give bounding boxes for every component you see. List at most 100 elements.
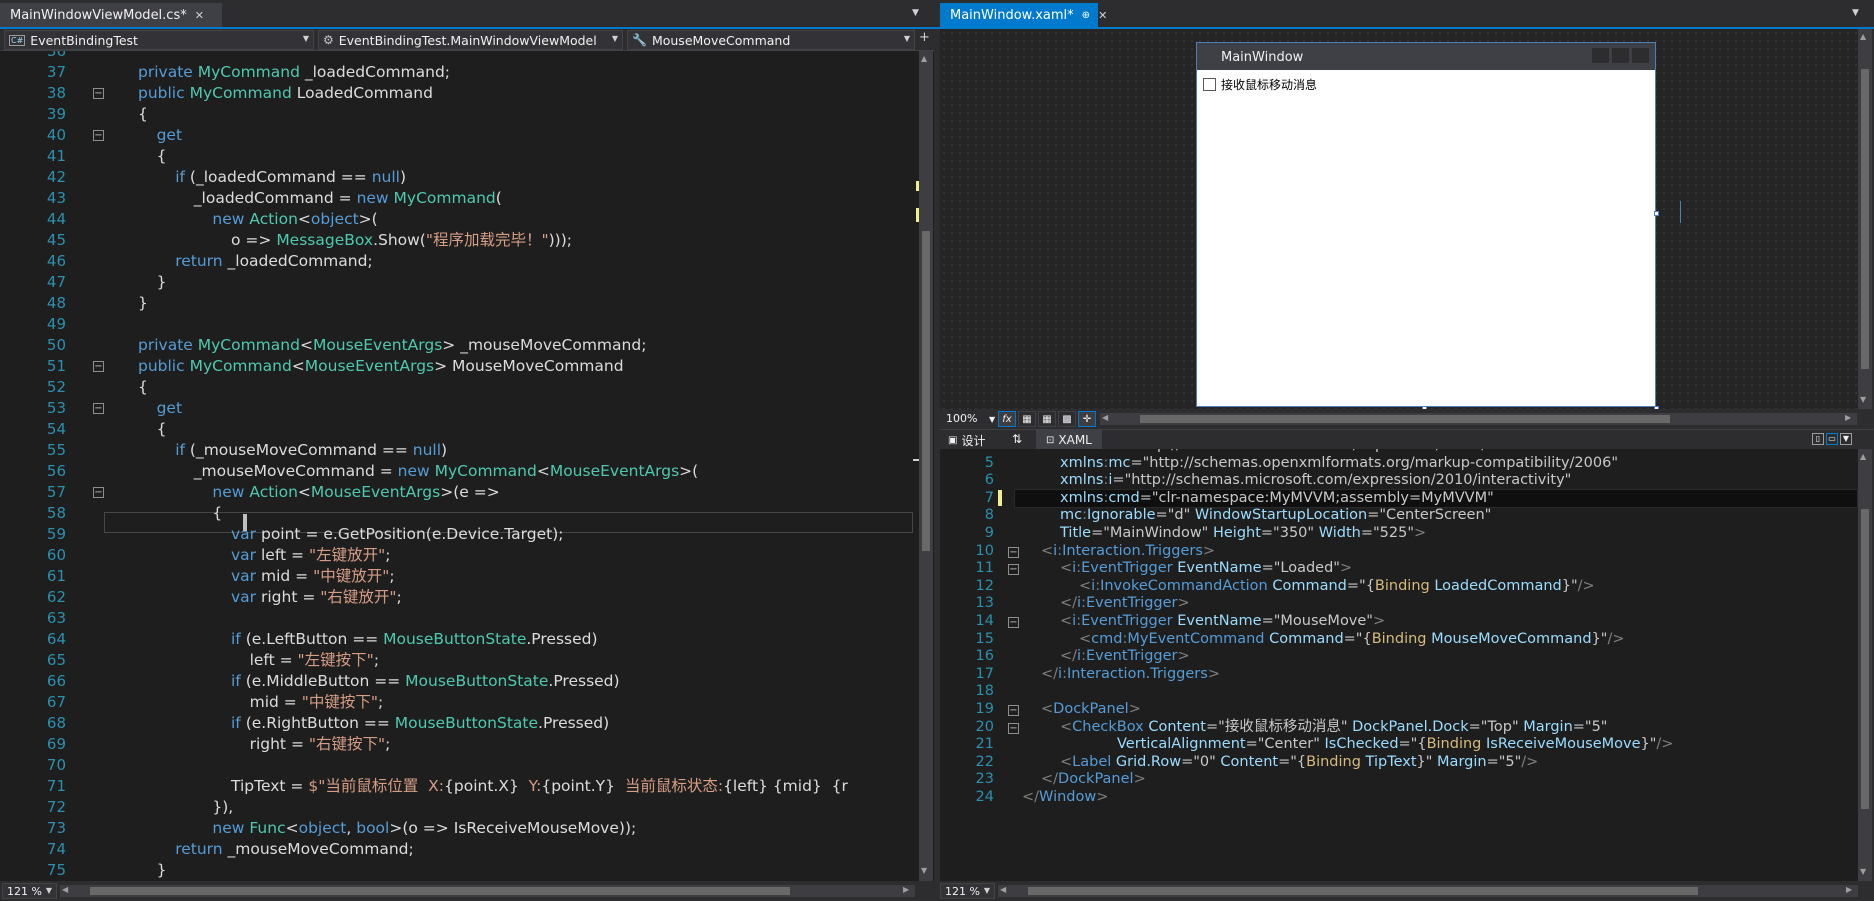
design-vertical-scrollbar[interactable]: ▲ ▼ [1858,29,1872,409]
code-line[interactable]: var right = "右键放开"; [231,587,402,608]
xaml-horizontal-scrollbar[interactable]: ◀ ▶ [998,885,1858,897]
code-line[interactable]: xmlns:cmd="clr-namespace:MyMVVM;assembly… [1060,489,1494,507]
scrollbar-thumb[interactable] [1140,415,1670,423]
horizontal-split-icon[interactable]: ▭ [1826,433,1838,445]
collapse-region-icon[interactable]: − [1008,617,1019,628]
code-line[interactable]: </i:EventTrigger> [1060,594,1190,612]
code-line[interactable]: mc:Ignorable="d" WindowStartupLocation="… [1060,506,1491,524]
scroll-left-icon[interactable]: ◀ [1102,413,1108,422]
code-line[interactable]: } [138,293,148,314]
xaml-zoom-dropdown[interactable]: 121 % ▼ [940,883,995,899]
tab-overflow-icon[interactable]: ▼ [1852,8,1859,18]
scrollbar-thumb[interactable] [1861,69,1869,369]
code-line[interactable]: xmlns:mc="http://schemas.openxmlformats.… [1060,454,1618,472]
code-line[interactable]: <Label Grid.Row="0" Content="{Binding Ti… [1060,753,1538,771]
code-line[interactable]: { [138,377,148,398]
code-line[interactable]: left = "左键按下"; [250,650,379,671]
xaml-vertical-scrollbar[interactable]: ▲ ▼ [1858,449,1872,881]
code-line[interactable]: var point = e.GetPosition(e.Device.Targe… [231,524,563,545]
snap-grid-icon[interactable]: ▦ [1038,411,1056,427]
code-line[interactable]: }), [212,797,233,818]
tab-overflow-icon[interactable]: ▼ [912,8,919,18]
split-editor-icon[interactable]: + [919,30,930,45]
code-line[interactable]: TipText = $"当前鼠标位置 X:{point.X} Y:{point.… [231,776,848,797]
tab-mainwindowviewmodel[interactable]: MainWindowViewModel.cs* ✕ [0,3,222,27]
code-line[interactable]: public MyCommand<MouseEventArgs> MouseMo… [138,356,624,377]
code-line[interactable]: { [212,503,222,524]
vertical-scrollbar[interactable]: ▲ ▼ [919,51,933,881]
collapse-region-icon[interactable]: − [93,487,104,498]
code-line[interactable]: VerticalAlignment="Center" IsChecked="{B… [1117,735,1673,753]
window-preview-frame[interactable]: MainWindow 接收鼠标移动消息 [1196,42,1656,407]
scroll-left-icon[interactable]: ◀ [1000,885,1006,894]
grid-icon[interactable]: ▦ [1018,411,1036,427]
collapse-region-icon[interactable]: − [1008,722,1019,734]
code-line[interactable]: <i:EventTrigger EventName="Loaded"> [1060,559,1352,577]
code-line[interactable]: private MyCommand<MouseEventArgs> _mouse… [138,335,646,356]
scroll-down-icon[interactable]: ▼ [1860,395,1866,404]
scroll-down-icon[interactable]: ▼ [1860,867,1866,876]
scroll-right-icon[interactable]: ▶ [903,885,909,894]
scroll-right-icon[interactable]: ▶ [1846,885,1852,894]
collapse-region-icon[interactable]: − [93,88,104,99]
code-line[interactable]: } [157,272,167,293]
code-line[interactable]: Title="MainWindow" Height="350" Width="5… [1060,524,1426,542]
effects-toggle-icon[interactable]: fx [998,411,1016,427]
code-line[interactable]: return _loadedCommand; [175,251,372,272]
code-line[interactable]: private MyCommand _loadedCommand; [138,62,450,83]
collapse-region-icon[interactable]: − [93,130,104,141]
code-line[interactable]: _loadedCommand = new MyCommand( [194,188,502,209]
code-line[interactable]: o => MessageBox.Show("程序加载完毕！"))); [231,230,572,251]
member-dropdown[interactable]: 🔧 MouseMoveCommand ▼ [627,30,915,50]
class-dropdown[interactable]: ⚙ EventBindingTest.MainWindowViewModel ▼ [318,30,623,50]
scroll-right-icon[interactable]: ▶ [1845,413,1851,422]
design-surface[interactable]: MainWindow 接收鼠标移动消息 [940,29,1858,411]
swap-panes-icon[interactable]: ⇅ [1012,432,1022,446]
scrollbar-thumb[interactable] [922,231,930,551]
snap-lines-icon[interactable]: ✛ [1078,411,1096,427]
scrollbar-thumb[interactable] [1028,887,1698,895]
code-line[interactable]: right = "右键按下"; [250,734,391,755]
xaml-text-area[interactable]: 4xmlns:d="http://schemas.microsoft.com/e… [940,449,1858,881]
code-line[interactable]: _mouseMoveCommand = new MyCommand<MouseE… [194,461,698,482]
scrollbar-thumb[interactable] [1861,509,1869,809]
design-horizontal-scrollbar[interactable]: ◀ ▶ [1100,413,1857,425]
code-line[interactable]: if (_mouseMoveCommand == null) [175,440,447,461]
code-line[interactable]: { [138,104,148,125]
scroll-down-icon[interactable]: ▼ [921,866,927,875]
scroll-left-icon[interactable]: ◀ [62,885,68,894]
code-line[interactable]: <i:Interaction.Triggers> [1041,542,1215,560]
code-line[interactable]: var mid = "中键放开"; [231,566,395,587]
code-line[interactable]: </i:EventTrigger> [1060,647,1190,665]
code-line[interactable]: get [157,125,182,146]
code-line[interactable]: { [157,419,167,440]
code-text-area[interactable]: 36 37 private MyCommand _loadedCommand; 38 −… [0,51,913,881]
code-line[interactable]: if (e.RightButton == MouseButtonState.Pr… [231,713,609,734]
code-line[interactable]: mid = "中键按下"; [250,692,384,713]
code-line[interactable]: <i:EventTrigger EventName="MouseMove"> [1060,612,1385,630]
code-line[interactable]: if (e.MiddleButton == MouseButtonState.P… [231,671,620,692]
artboard-icon[interactable]: ▩ [1058,411,1076,427]
code-line[interactable]: <i:InvokeCommandAction Command="{Binding… [1079,577,1595,595]
code-line[interactable]: if (e.LeftButton == MouseButtonState.Pre… [231,629,598,650]
code-line[interactable]: new Action<object>( [212,209,377,230]
project-dropdown[interactable]: C# EventBindingTest ▼ [4,30,314,50]
code-line[interactable]: var left = "左键放开"; [231,545,390,566]
scroll-up-icon[interactable]: ▲ [1860,32,1866,41]
collapse-region-icon[interactable]: − [93,361,104,372]
collapse-region-icon[interactable]: − [1008,564,1019,576]
code-line[interactable]: get [157,398,182,419]
tab-design[interactable]: ▣ 设计 [948,432,985,449]
code-line[interactable]: </DockPanel> [1041,770,1146,788]
pin-icon[interactable]: ⊕ [1082,10,1090,21]
tab-xaml[interactable]: ⊡ XAML [1036,430,1102,450]
code-line[interactable]: <DockPanel> [1041,700,1141,718]
code-line[interactable]: } [157,860,167,881]
horizontal-scrollbar[interactable]: ◀ ▶ [60,885,915,897]
resize-handle-right[interactable] [1654,211,1659,216]
code-line[interactable]: <CheckBox Content="接收鼠标移动消息" DockPanel.D… [1060,718,1607,736]
tab-mainwindow-xaml[interactable]: MainWindow.xaml* ⊕ ✕ [940,3,1107,27]
code-line[interactable]: </i:Interaction.Triggers> [1041,665,1220,683]
close-icon[interactable]: ✕ [1098,9,1107,22]
code-line[interactable]: { [157,146,167,167]
